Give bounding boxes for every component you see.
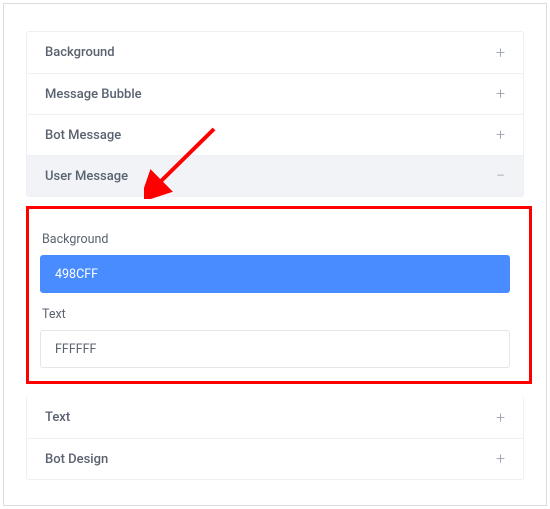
accordion-label: Bot Design [45, 452, 108, 467]
plus-icon: + [496, 410, 505, 426]
plus-icon: + [496, 451, 505, 467]
accordion-item-user-message[interactable]: User Message − [27, 155, 523, 196]
text-color-input[interactable] [40, 330, 510, 368]
accordion-item-message-bubble[interactable]: Message Bubble + [27, 73, 523, 114]
accordion-item-bot-message[interactable]: Bot Message + [27, 114, 523, 155]
accordion-label: User Message [45, 169, 128, 184]
accordion-panel-bottom: Text + Bot Design + [26, 397, 524, 480]
accordion-label: Message Bubble [45, 87, 142, 102]
background-color-input[interactable] [40, 255, 510, 293]
text-field-label: Text [42, 307, 510, 322]
plus-icon: + [496, 45, 505, 61]
user-message-body: Background Text [26, 214, 524, 382]
settings-frame: Background + Message Bubble + Bot Messag… [3, 3, 547, 506]
plus-icon: + [496, 86, 505, 102]
accordion-item-background[interactable]: Background + [27, 32, 523, 73]
accordion-item-text[interactable]: Text + [27, 397, 523, 438]
accordion-item-bot-design[interactable]: Bot Design + [27, 438, 523, 479]
minus-icon: − [496, 168, 505, 184]
accordion-label: Bot Message [45, 128, 121, 143]
plus-icon: + [496, 127, 505, 143]
accordion-label: Text [45, 410, 70, 425]
background-field-label: Background [42, 232, 510, 247]
accordion-label: Background [45, 45, 115, 60]
accordion-panel-top: Background + Message Bubble + Bot Messag… [26, 31, 524, 197]
